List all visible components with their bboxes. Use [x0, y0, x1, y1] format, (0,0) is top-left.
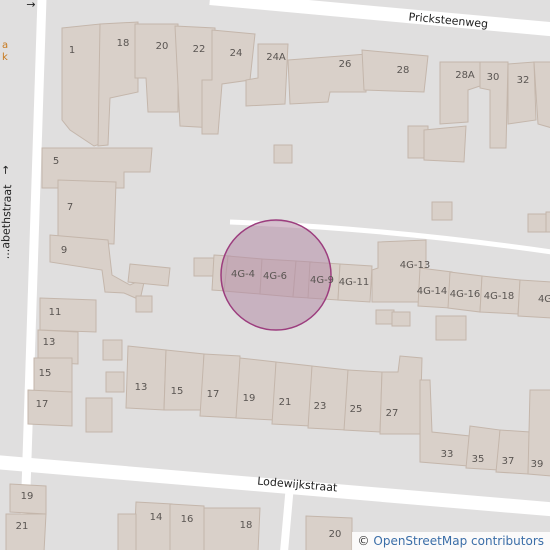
label-b25: 25 — [350, 404, 363, 415]
building-21 — [271, 361, 313, 427]
label-1: 1 — [69, 45, 75, 56]
building-block-f — [545, 211, 550, 233]
label-5: 5 — [53, 156, 59, 167]
label-s14: 14 — [150, 512, 163, 523]
label-24: 24 — [230, 48, 243, 59]
building-23 — [307, 365, 349, 431]
building-block-c — [273, 144, 293, 164]
label-b13: 13 — [135, 382, 148, 393]
label-4g-16: 4G-16 — [450, 289, 480, 300]
label-18: 18 — [117, 38, 130, 49]
label-b39: 39 — [531, 459, 544, 470]
label-4g-9: 4G-9 — [310, 275, 334, 286]
label-20: 20 — [156, 41, 169, 52]
building-small-a — [135, 295, 153, 313]
label-28: 28 — [397, 65, 410, 76]
label-4g-6: 4G-6 — [263, 271, 287, 282]
label-b33: 33 — [441, 449, 454, 460]
label-s20: 20 — [329, 529, 342, 540]
label-s19: 19 — [21, 491, 34, 502]
label-13l: 13 — [43, 337, 56, 348]
map-attribution: © OpenStreetMap contributors — [351, 532, 550, 550]
label-17l: 17 — [36, 399, 49, 410]
building-shed-c — [435, 315, 467, 341]
label-b15: 15 — [171, 386, 184, 397]
building-19 — [235, 357, 277, 421]
copyright-symbol: © — [357, 534, 370, 548]
label-24a: 24A — [266, 52, 286, 63]
label-b27: 27 — [386, 408, 399, 419]
label-9: 9 — [61, 245, 67, 256]
label-s21: 21 — [16, 521, 29, 532]
building-1 — [61, 23, 104, 147]
label-7: 7 — [67, 202, 73, 213]
label-b21: 21 — [279, 397, 292, 408]
building-block-e — [527, 213, 547, 233]
arrow-icon-left: → — [0, 165, 12, 175]
label-4g-4: 4G-4 — [231, 269, 255, 280]
building-shed-b — [391, 311, 411, 327]
poi-partial-text-2: k — [2, 52, 8, 63]
label-32: 32 — [517, 75, 530, 86]
building-s14 — [133, 501, 173, 550]
building-s-left — [117, 513, 137, 550]
building-13 — [125, 345, 167, 411]
label-4g-18: 4G-18 — [484, 291, 514, 302]
arrow-icon-top: → — [26, 0, 35, 11]
label-4g-13: 4G-13 — [400, 260, 430, 271]
building-17 — [199, 353, 241, 419]
building-small-d — [105, 371, 125, 393]
building-15 — [163, 349, 205, 411]
building-block-d — [431, 201, 453, 221]
label-s16: 16 — [181, 514, 194, 525]
label-b23: 23 — [314, 401, 327, 412]
building-block-b — [423, 125, 467, 163]
building-25 — [343, 369, 383, 433]
label-26: 26 — [339, 59, 352, 70]
building-17l — [27, 389, 73, 427]
label-b19: 19 — [243, 393, 256, 404]
building-32 — [507, 61, 537, 125]
label-15l: 15 — [39, 368, 52, 379]
label-4g-11: 4G-11 — [339, 277, 369, 288]
building-s16 — [169, 503, 205, 550]
label-11: 11 — [49, 307, 62, 318]
label-22: 22 — [193, 44, 206, 55]
label-s18: 18 — [240, 520, 253, 531]
map-canvas[interactable]: Pricksteenweg Lodewijkstraat ...abethstr… — [0, 0, 550, 550]
building-small-e — [85, 397, 113, 433]
label-b35: 35 — [472, 454, 485, 465]
building-annex — [127, 263, 171, 287]
poi-partial-text-1: a — [2, 40, 8, 51]
building-shed-a — [375, 309, 395, 325]
label-4g-14: 4G-14 — [417, 286, 447, 297]
label-28a: 28A — [455, 70, 475, 81]
label-b37: 37 — [502, 456, 515, 467]
building-s21 — [5, 513, 47, 550]
attribution-link[interactable]: OpenStreetMap contributors — [373, 534, 544, 548]
label-30: 30 — [487, 72, 500, 83]
label-b17: 17 — [207, 389, 220, 400]
label-4g-edge: 4G — [538, 294, 550, 305]
building-small-b — [193, 257, 215, 277]
building-small-c — [102, 339, 123, 361]
building-28 — [361, 49, 429, 93]
building-37 — [495, 429, 531, 475]
